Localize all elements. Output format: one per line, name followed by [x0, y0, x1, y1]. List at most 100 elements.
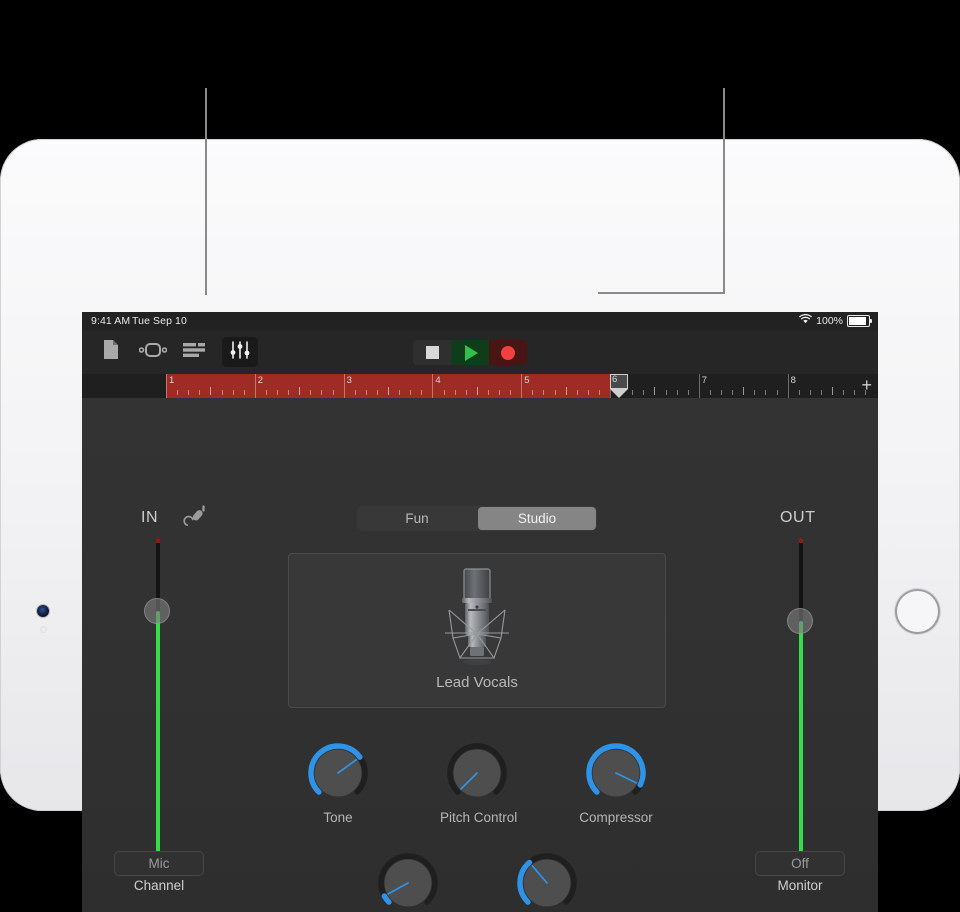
knob-label: Compressor	[579, 810, 653, 825]
knob-pitch-control[interactable]: Pitch Control	[440, 742, 514, 825]
callout-line-studio-vertical	[723, 88, 725, 293]
sub-tick	[199, 390, 200, 395]
knob-dial[interactable]	[301, 742, 375, 804]
fader-level-fill	[156, 611, 160, 868]
sub-tick	[333, 390, 334, 395]
knob-dial[interactable]	[579, 742, 653, 804]
sub-tick	[177, 390, 178, 395]
sub-tick	[743, 387, 744, 395]
fader-thumb[interactable]	[787, 608, 813, 634]
instrument-card[interactable]: Lead Vocals	[288, 553, 666, 708]
front-camera-icon	[37, 605, 49, 617]
knob-vocal-hall[interactable]: Vocal Hall	[510, 852, 584, 912]
channel-caption: Channel	[114, 878, 204, 893]
bar-number: 7	[699, 375, 707, 386]
sub-tick	[222, 390, 223, 395]
input-label: IN	[141, 509, 158, 527]
tab-studio[interactable]: Studio	[478, 507, 596, 530]
knob-dial[interactable]	[510, 852, 584, 912]
sub-tick	[210, 387, 211, 395]
bar-number: 2	[255, 375, 263, 386]
sub-tick	[266, 390, 267, 395]
record-button[interactable]	[489, 340, 527, 365]
monitor-caption: Monitor	[755, 878, 845, 893]
callout-line-microphone	[205, 88, 207, 295]
ambient-light-sensor-icon	[40, 626, 47, 633]
stop-button[interactable]	[413, 340, 451, 365]
mixer-faders-icon	[230, 341, 250, 364]
mixer-button[interactable]	[222, 337, 258, 367]
sub-tick	[510, 390, 511, 395]
sub-tick	[444, 390, 445, 395]
sub-tick	[288, 390, 289, 395]
sub-tick	[688, 390, 689, 395]
sub-tick	[388, 387, 389, 395]
instrument-name: Lead Vocals	[289, 674, 665, 691]
sub-tick	[499, 390, 500, 395]
sub-tick	[399, 390, 400, 395]
monitor-button[interactable]: Off	[755, 851, 845, 876]
condenser-microphone-icon	[427, 566, 527, 679]
sub-tick	[599, 390, 600, 395]
document-icon	[102, 339, 119, 365]
loop-browser-button[interactable]	[136, 337, 170, 367]
sub-tick	[710, 390, 711, 395]
smart-control-panel: IN OUT	[82, 398, 878, 912]
toolbar: ?	[82, 330, 878, 375]
battery-percent: 100%	[816, 315, 843, 327]
bar-number: 5	[521, 375, 529, 386]
sub-tick	[466, 390, 467, 395]
clip-indicator	[799, 538, 803, 543]
play-button[interactable]	[451, 340, 489, 365]
playhead-marker[interactable]: 6	[610, 374, 628, 398]
fader-thumb[interactable]	[144, 598, 170, 624]
knob-compressor[interactable]: Compressor	[579, 742, 653, 825]
status-date: Tue Sep 10	[132, 315, 187, 327]
sub-tick	[777, 390, 778, 395]
sub-tick	[799, 390, 800, 395]
output-label: OUT	[780, 509, 816, 527]
preset-segmented-control: Fun Studio	[357, 506, 597, 531]
playhead-bar-number: 6	[612, 374, 617, 385]
sub-tick	[577, 390, 578, 395]
channel-button[interactable]: Mic	[114, 851, 204, 876]
sub-tick	[421, 390, 422, 395]
sub-tick	[810, 390, 811, 395]
sub-tick	[666, 390, 667, 395]
sub-tick	[832, 387, 833, 395]
callout-line-studio-horizontal	[598, 292, 725, 294]
sub-tick	[532, 390, 533, 395]
stop-icon	[426, 346, 439, 359]
document-button[interactable]	[96, 337, 124, 367]
bar-number: 8	[788, 375, 796, 386]
knob-label: Pitch Control	[440, 810, 514, 825]
sub-tick	[843, 390, 844, 395]
sub-tick	[355, 390, 356, 395]
sub-tick	[543, 390, 544, 395]
sub-tick	[244, 390, 245, 395]
sub-tick	[643, 390, 644, 395]
sub-tick	[821, 390, 822, 395]
sub-tick	[477, 387, 478, 395]
add-track-button[interactable]: +	[861, 376, 872, 394]
fader-level-fill	[799, 621, 803, 869]
bar-number: 3	[344, 375, 352, 386]
knob-tone[interactable]: Tone	[301, 742, 375, 825]
home-button[interactable]	[895, 589, 940, 634]
sub-tick	[277, 390, 278, 395]
sub-tick	[377, 390, 378, 395]
timeline-ruler[interactable]: 12345678 6 +	[82, 374, 878, 398]
sub-tick	[854, 390, 855, 395]
knob-dial[interactable]	[371, 852, 445, 912]
transport-controls	[413, 340, 527, 365]
tab-fun[interactable]: Fun	[358, 507, 476, 530]
knob-drive[interactable]: Drive	[371, 852, 445, 912]
knob-dial[interactable]	[440, 742, 514, 804]
knob-label: Tone	[301, 810, 375, 825]
sub-tick	[321, 390, 322, 395]
sub-tick	[233, 390, 234, 395]
sub-tick	[632, 390, 633, 395]
loop-browser-icon	[139, 342, 167, 363]
track-view-button[interactable]	[179, 337, 209, 367]
microphone-icon[interactable]	[182, 505, 208, 531]
